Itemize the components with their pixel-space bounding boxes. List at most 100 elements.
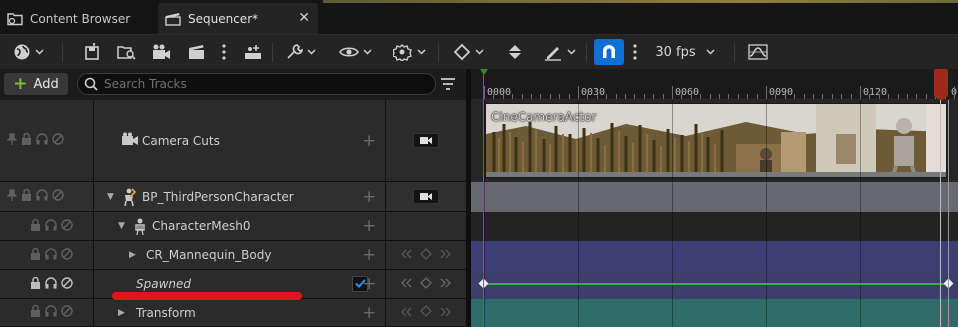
spawned-key-bar[interactable]	[483, 283, 948, 285]
mute-icon[interactable]	[52, 189, 64, 204]
collapse-arrow-icon[interactable]: ▼	[107, 192, 114, 202]
find-asset-button[interactable]	[114, 39, 140, 65]
fps-dropdown[interactable]: 30 fps	[654, 39, 716, 65]
clapboard-button[interactable]	[184, 39, 210, 65]
camera-lock-button[interactable]	[413, 189, 439, 204]
track-row-transform[interactable]: ▶ Transform +	[0, 299, 466, 327]
snap-options-button[interactable]	[630, 39, 640, 65]
skeletal-mesh-icon	[133, 218, 147, 238]
tick-mark	[596, 94, 598, 99]
curve-editor-button[interactable]	[746, 39, 770, 65]
add-key-icon[interactable]	[420, 276, 432, 292]
lock-icon[interactable]	[21, 132, 32, 148]
next-key-icon[interactable]	[438, 248, 452, 262]
add-icon[interactable]: +	[362, 216, 376, 236]
playback-end-marker[interactable]	[948, 100, 949, 327]
actions-button[interactable]	[240, 39, 266, 65]
tick-mark	[587, 94, 589, 99]
headphones-icon[interactable]	[45, 276, 57, 292]
character-mesh-lane[interactable]	[471, 212, 958, 241]
snap-toggle-button[interactable]	[594, 39, 624, 65]
auto-key-button[interactable]	[502, 39, 528, 65]
expand-arrow-icon[interactable]: ▶	[118, 308, 125, 318]
camera-lock-button[interactable]	[413, 133, 439, 148]
lock-icon[interactable]	[30, 247, 41, 263]
grid-line	[860, 100, 861, 327]
close-icon[interactable]: ✕	[298, 10, 310, 26]
tick-mark	[784, 94, 786, 99]
mute-icon[interactable]	[61, 218, 73, 234]
pin-icon[interactable]	[6, 189, 18, 204]
lock-icon[interactable]	[30, 218, 41, 234]
collapse-arrow-icon[interactable]: ▼	[118, 221, 125, 231]
tab-content-browser[interactable]: Content Browser	[0, 3, 155, 34]
tick-mark	[869, 94, 871, 99]
save-button[interactable]	[80, 39, 104, 65]
lock-icon[interactable]	[30, 304, 41, 320]
headphones-icon[interactable]	[45, 247, 57, 263]
timeline-area[interactable]: 0000 0030 0060 0090 0120 0	[471, 69, 958, 327]
more-options-button[interactable]	[218, 39, 230, 65]
playhead-handle[interactable]	[934, 69, 948, 101]
grid-line	[672, 100, 673, 327]
track-row-controls	[0, 270, 93, 298]
add-icon[interactable]: +	[362, 245, 376, 265]
tick-label: 0090	[769, 87, 794, 98]
track-row-camera-cuts[interactable]: Camera Cuts +	[0, 100, 466, 182]
add-key-icon[interactable]	[420, 247, 432, 263]
add-track-button[interactable]: + Add	[4, 73, 68, 95]
tools-button[interactable]	[280, 39, 320, 65]
add-icon[interactable]: +	[362, 274, 376, 294]
track-row-character-mesh[interactable]: ▼ CharacterMesh0 +	[0, 212, 466, 241]
tick-mark	[615, 94, 617, 99]
mute-icon[interactable]	[61, 276, 73, 292]
lock-icon[interactable]	[30, 276, 41, 292]
tab-sequencer[interactable]: Sequencer* ✕	[158, 3, 318, 34]
track-row-bp-third-person-character[interactable]: ▼ BP_ThirdPersonCharacter +	[0, 182, 466, 212]
expand-arrow-icon[interactable]: ▶	[129, 250, 136, 260]
headphones-icon[interactable]	[36, 133, 48, 148]
world-button[interactable]	[8, 39, 48, 65]
filter-icon[interactable]	[440, 77, 456, 94]
key-settings-button[interactable]	[388, 39, 430, 65]
add-icon[interactable]: +	[362, 131, 376, 151]
control-rig-lane[interactable]	[471, 241, 958, 270]
add-key-icon[interactable]	[420, 305, 432, 320]
lock-icon[interactable]	[21, 188, 32, 204]
pin-icon[interactable]	[6, 133, 18, 148]
search-input[interactable]	[104, 77, 424, 91]
previous-key-icon[interactable]	[400, 277, 414, 291]
headphones-icon[interactable]	[36, 189, 48, 204]
search-icon	[84, 77, 98, 91]
previous-key-icon[interactable]	[400, 248, 414, 262]
add-icon[interactable]: +	[362, 303, 376, 323]
camera-cuts-lane[interactable]: CineCameraActor	[471, 100, 958, 182]
toolbar-divider	[734, 43, 735, 62]
tick-mark	[606, 94, 608, 99]
mute-icon[interactable]	[61, 305, 73, 320]
camera-cut-section[interactable]: CineCameraActor	[485, 103, 947, 178]
keyframe-interp-button[interactable]	[448, 39, 488, 65]
transform-lane[interactable]	[471, 299, 958, 327]
render-movie-button[interactable]	[148, 39, 174, 65]
track-row-control-rig[interactable]: ▶ CR_Mannequin_Body +	[0, 241, 466, 270]
view-options-button[interactable]	[334, 39, 376, 65]
previous-key-icon[interactable]	[400, 306, 414, 320]
tick-mark	[662, 94, 664, 99]
time-ruler[interactable]: 0000 0030 0060 0090 0120 0	[471, 69, 958, 100]
mute-icon[interactable]	[61, 247, 73, 263]
save-icon	[83, 43, 101, 61]
playback-start-marker[interactable]	[480, 69, 488, 327]
bp-actor-lane[interactable]	[471, 182, 958, 212]
tick-mark	[954, 86, 955, 99]
add-icon[interactable]: +	[362, 187, 376, 207]
next-key-icon[interactable]	[438, 277, 452, 291]
next-key-icon[interactable]	[438, 306, 452, 320]
tick-label: 0060	[675, 87, 700, 98]
curve-pen-button[interactable]	[538, 39, 580, 65]
search-box[interactable]	[77, 73, 436, 95]
tick-mark	[822, 94, 824, 99]
headphones-icon[interactable]	[45, 305, 57, 320]
mute-icon[interactable]	[52, 133, 64, 148]
headphones-icon[interactable]	[45, 218, 57, 234]
